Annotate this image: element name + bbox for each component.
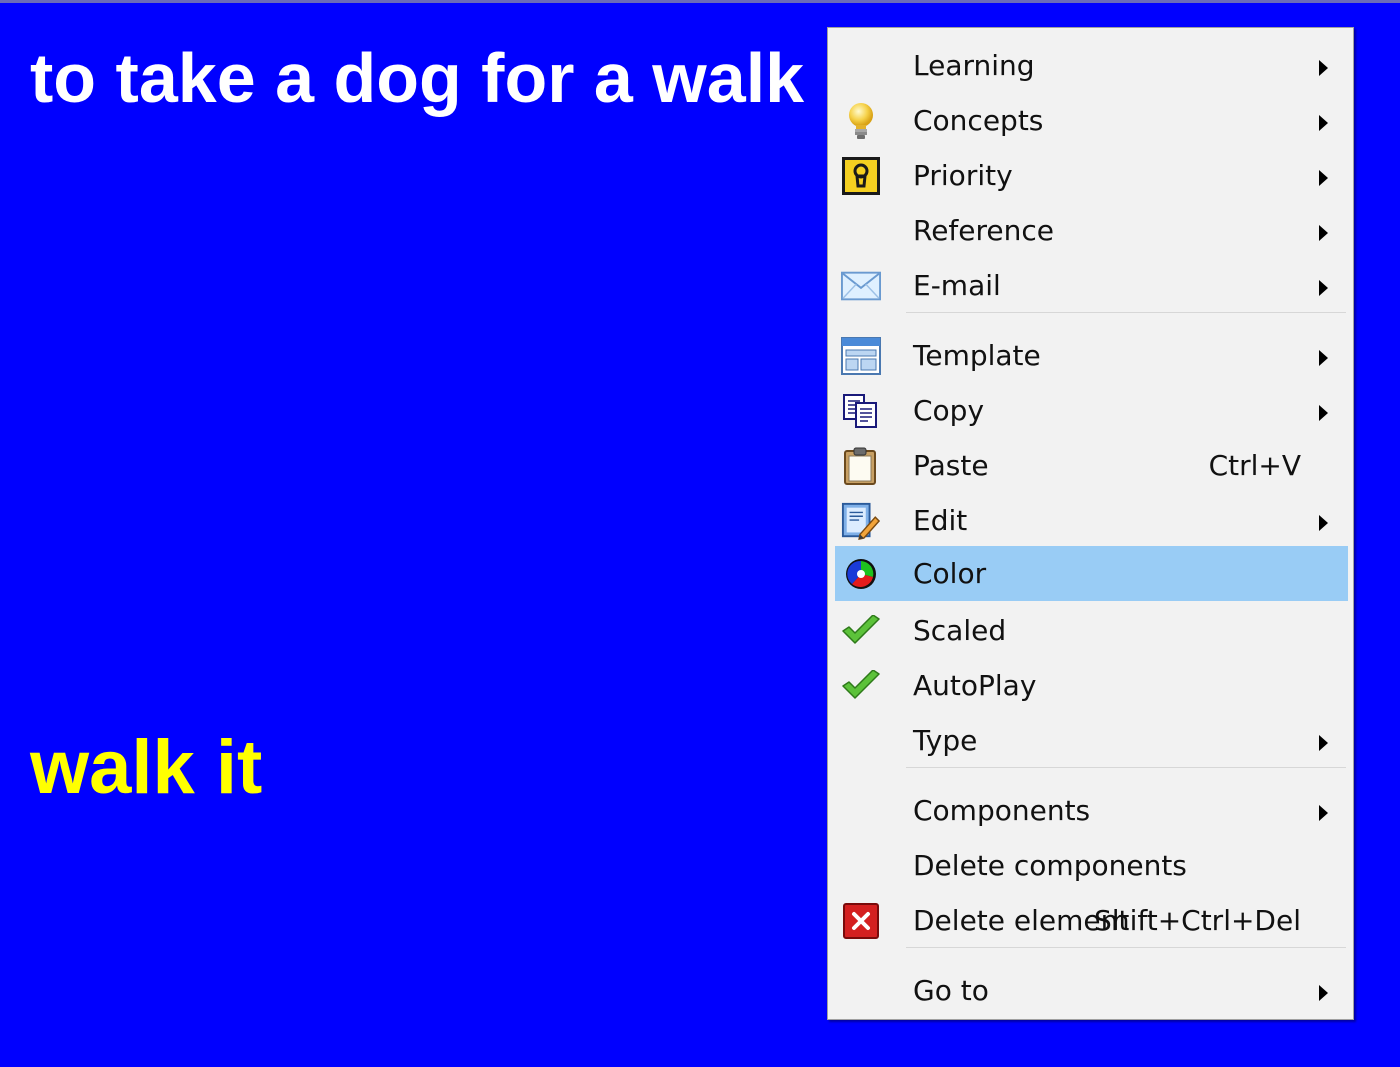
context-menu: Learning Concepts Priority Reference E-m… [827, 27, 1354, 1020]
menu-item-priority[interactable]: Priority [835, 148, 1348, 203]
menu-item-label: Learning [913, 49, 1035, 82]
submenu-arrow-icon [1319, 225, 1328, 241]
window-top-edge [0, 0, 1400, 3]
menu-item-learning[interactable]: Learning [835, 38, 1348, 93]
menu-item-concepts[interactable]: Concepts [835, 93, 1348, 148]
menu-item-label: Copy [913, 394, 985, 427]
menu-item-paste[interactable]: Paste Ctrl+V [835, 438, 1348, 493]
submenu-arrow-icon [1319, 60, 1328, 76]
menu-separator [906, 767, 1346, 768]
submenu-arrow-icon [1319, 805, 1328, 821]
menu-separator [906, 312, 1346, 313]
lightbulb-icon [841, 101, 881, 141]
menu-item-delete-element[interactable]: Delete element Shift+Ctrl+Del [835, 893, 1348, 948]
menu-item-label: Type [913, 724, 978, 757]
menu-item-label: AutoPlay [913, 669, 1037, 702]
checkmark-icon [841, 666, 881, 706]
menu-item-copy[interactable]: Copy [835, 383, 1348, 438]
menu-item-autoplay[interactable]: AutoPlay [835, 658, 1348, 713]
menu-item-label: Components [913, 794, 1091, 827]
envelope-icon [841, 266, 881, 306]
color-palette-icon [841, 554, 881, 594]
menu-item-label: Priority [913, 159, 1013, 192]
menu-item-components[interactable]: Components [835, 783, 1348, 838]
delete-red-x-icon [841, 901, 881, 941]
submenu-arrow-icon [1319, 170, 1328, 186]
submenu-arrow-icon [1319, 735, 1328, 751]
submenu-arrow-icon [1319, 115, 1328, 131]
menu-item-label: Scaled [913, 614, 1007, 647]
priority-keyhole-icon [841, 156, 881, 196]
menu-item-label: Template [913, 339, 1041, 372]
menu-item-template[interactable]: Template [835, 328, 1348, 383]
menu-item-reference[interactable]: Reference [835, 203, 1348, 258]
menu-item-edit[interactable]: Edit [835, 493, 1348, 548]
menu-item-color[interactable]: Color [835, 546, 1348, 601]
submenu-arrow-icon [1319, 405, 1328, 421]
copy-icon [841, 391, 881, 431]
edit-icon [841, 501, 881, 541]
menu-item-go-to[interactable]: Go to [835, 963, 1348, 1018]
menu-item-label: Go to [913, 974, 989, 1007]
menu-item-scaled[interactable]: Scaled [835, 603, 1348, 658]
menu-item-label: E-mail [913, 269, 1001, 302]
menu-item-shortcut: Ctrl+V [1208, 449, 1301, 482]
answer-text: walk it [30, 725, 263, 810]
menu-item-label: Delete components [913, 849, 1187, 882]
submenu-arrow-icon [1319, 985, 1328, 1001]
menu-separator [906, 947, 1346, 948]
menu-item-label: Concepts [913, 104, 1044, 137]
submenu-arrow-icon [1319, 280, 1328, 296]
clipboard-icon [841, 446, 881, 486]
menu-item-delete-components[interactable]: Delete components [835, 838, 1348, 893]
checkmark-icon [841, 611, 881, 651]
question-text: to take a dog for a walk [30, 39, 805, 117]
menu-item-label: Reference [913, 214, 1054, 247]
submenu-arrow-icon [1319, 350, 1328, 366]
menu-item-label: Color [913, 557, 987, 590]
template-icon [841, 336, 881, 376]
menu-item-label: Paste [913, 449, 989, 482]
menu-item-shortcut: Shift+Ctrl+Del [1094, 904, 1301, 937]
menu-item-type[interactable]: Type [835, 713, 1348, 768]
submenu-arrow-icon [1319, 515, 1328, 531]
menu-item-email[interactable]: E-mail [835, 258, 1348, 313]
menu-item-label: Edit [913, 504, 968, 537]
